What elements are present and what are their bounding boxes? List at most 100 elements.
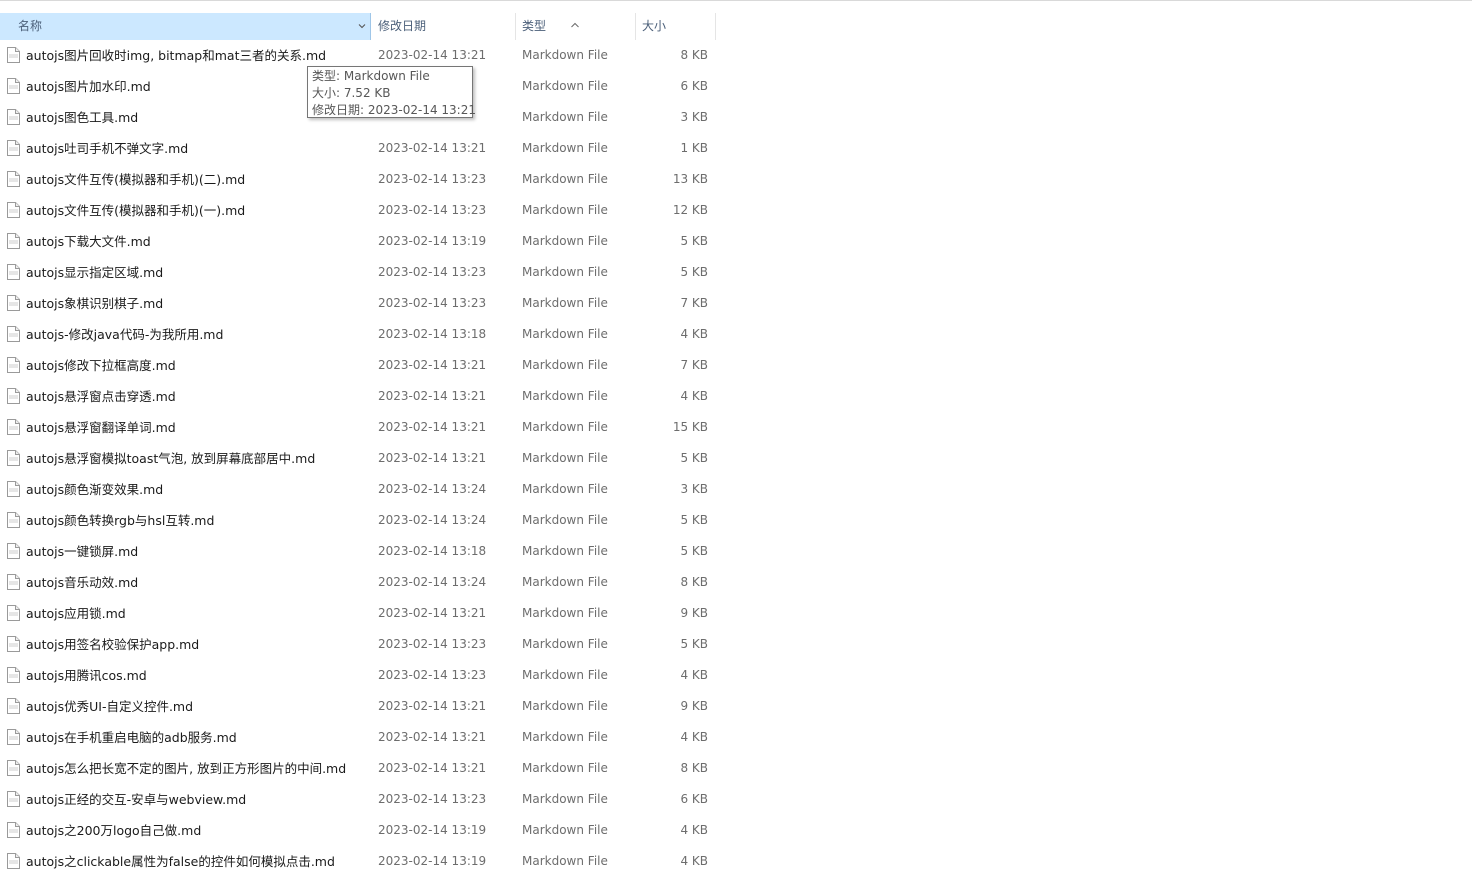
file-name: autojs悬浮窗翻译单词.md xyxy=(26,420,176,435)
file-size: 6 KB xyxy=(680,79,708,93)
file-row[interactable]: autojs显示指定区域.md 2023-02-14 13:23 Markdown … xyxy=(0,257,716,288)
file-name: autojs之200万logo自己做.md xyxy=(26,823,202,838)
file-type: Markdown File xyxy=(522,699,608,713)
file-row[interactable]: autojs文件互传(模拟器和手机)(二).md 2023-02-14 13:23… xyxy=(0,164,716,195)
file-row[interactable]: autojs之clickable属性为false的控件如何模拟点击.md 2023… xyxy=(0,846,716,877)
file-name: autojs音乐动效.md xyxy=(26,575,139,590)
file-row[interactable]: autojs用签名校验保护app.md 2023-02-14 13:23 Markd… xyxy=(0,629,716,660)
file-row[interactable]: autojs颜色渐变效果.md 2023-02-14 13:24 Markdown … xyxy=(0,474,716,505)
markdown-file-icon xyxy=(7,171,20,187)
file-name: autojs文件互传(模拟器和手机)(一).md xyxy=(26,203,246,218)
file-name: autojs图片回收时img, bitmap和mat三者的关系.md xyxy=(26,48,327,63)
markdown-file-icon xyxy=(7,357,20,373)
file-size: 4 KB xyxy=(680,389,708,403)
file-modified-date: 2023-02-14 13:18 xyxy=(378,544,487,558)
file-size: 6 KB xyxy=(680,792,708,806)
file-row[interactable]: autojs吐司手机不弹文字.md 2023-02-14 13:21 Markdow… xyxy=(0,133,716,164)
markdown-file-icon xyxy=(7,47,20,63)
file-row[interactable]: autojs修改下拉框高度.md 2023-02-14 13:21 Markdown… xyxy=(0,350,716,381)
file-size: 8 KB xyxy=(680,761,708,775)
file-size: 15 KB xyxy=(672,420,708,434)
file-modified-date: 2023-02-14 13:19 xyxy=(378,234,487,248)
file-row[interactable]: autojs怎么把长宽不定的图片, 放到正方形图片的中间.md 2023-02-1… xyxy=(0,753,716,784)
markdown-file-icon xyxy=(7,388,20,404)
file-type: Markdown File xyxy=(522,389,608,403)
column-header-size[interactable]: 大小 xyxy=(636,13,716,40)
file-size: 8 KB xyxy=(680,48,708,62)
markdown-file-icon xyxy=(7,698,20,714)
file-row[interactable]: autojs应用锁.md 2023-02-14 13:21 Markdown Fil… xyxy=(0,598,716,629)
file-name: autojs一键锁屏.md xyxy=(26,544,139,559)
file-type: Markdown File xyxy=(522,575,608,589)
file-type: Markdown File xyxy=(522,327,608,341)
column-header-size-label: 大小 xyxy=(642,19,667,33)
file-name: autojs颜色转换rgb与hsl互转.md xyxy=(26,513,215,528)
file-row[interactable]: autojs正经的交互-安卓与webview.md 2023-02-14 13:2… xyxy=(0,784,716,815)
file-type: Markdown File xyxy=(522,730,608,744)
file-row[interactable]: autojs-修改java代码-为我所用.md 2023-02-14 13:18 M… xyxy=(0,319,716,350)
tooltip-date: 修改日期: 2023-02-14 13:21 xyxy=(312,103,476,117)
file-modified-date: 2023-02-14 13:21 xyxy=(378,451,487,465)
column-header-name[interactable]: 名称 xyxy=(0,13,371,40)
column-header-date[interactable]: 修改日期 xyxy=(372,13,516,40)
file-type: Markdown File xyxy=(522,792,608,806)
file-modified-date: 2023-02-14 13:24 xyxy=(378,513,487,527)
column-header-name-label: 名称 xyxy=(18,19,43,33)
file-name: autojs吐司手机不弹文字.md xyxy=(26,141,189,156)
sort-ascending-icon xyxy=(571,22,579,28)
file-row[interactable]: autojs文件互传(模拟器和手机)(一).md 2023-02-14 13:23… xyxy=(0,195,716,226)
file-modified-date: 2023-02-14 13:21 xyxy=(378,420,487,434)
file-modified-date: 2023-02-14 13:19 xyxy=(378,854,487,868)
file-type: Markdown File xyxy=(522,637,608,651)
chevron-down-icon[interactable] xyxy=(357,21,367,31)
file-modified-date: 2023-02-14 13:23 xyxy=(378,668,487,682)
file-row[interactable]: autojs优秀UI-自定义控件.md 2023-02-14 13:21 Markd… xyxy=(0,691,716,722)
markdown-file-icon xyxy=(7,760,20,776)
file-size: 5 KB xyxy=(680,544,708,558)
file-name: autojs修改下拉框高度.md xyxy=(26,358,176,373)
markdown-file-icon xyxy=(7,295,20,311)
markdown-file-icon xyxy=(7,326,20,342)
file-modified-date: 2023-02-14 13:24 xyxy=(378,482,487,496)
file-info-tooltip: 类型: Markdown File 大小: 7.52 KB 修改日期: 2023… xyxy=(307,66,476,118)
file-name: autojs在手机重启电脑的adb服务.md xyxy=(26,730,237,745)
file-size: 12 KB xyxy=(672,203,708,217)
file-modified-date: 2023-02-14 13:24 xyxy=(378,575,487,589)
file-row[interactable]: autojs下载大文件.md 2023-02-14 13:19 Markdown F… xyxy=(0,226,716,257)
file-row[interactable]: autojs之200万logo自己做.md 2023-02-14 13:19 Mar… xyxy=(0,815,716,846)
file-type: Markdown File xyxy=(522,358,608,372)
file-modified-date: 2023-02-14 13:21 xyxy=(378,730,487,744)
file-type: Markdown File xyxy=(522,234,608,248)
file-row[interactable]: autojs一键锁屏.md 2023-02-14 13:18 Markdown Fi… xyxy=(0,536,716,567)
markdown-file-icon xyxy=(7,233,20,249)
file-modified-date: 2023-02-14 13:23 xyxy=(378,637,487,651)
file-size: 4 KB xyxy=(680,854,708,868)
file-row[interactable]: autojs颜色转换rgb与hsl互转.md 2023-02-14 13:24 Ma… xyxy=(0,505,716,536)
file-row[interactable]: autojs悬浮窗点击穿透.md 2023-02-14 13:21 Markdown… xyxy=(0,381,716,412)
column-header-type-label: 类型 xyxy=(522,19,547,33)
file-row[interactable]: autojs象棋识别棋子.md 2023-02-14 13:23 Markdown … xyxy=(0,288,716,319)
file-size: 1 KB xyxy=(680,141,708,155)
file-modified-date: 2023-02-14 13:21 xyxy=(378,358,487,372)
file-size: 3 KB xyxy=(680,482,708,496)
file-row[interactable]: autojs用腾讯cos.md 2023-02-14 13:23 Markdown … xyxy=(0,660,716,691)
file-name: autojs怎么把长宽不定的图片, 放到正方形图片的中间.md xyxy=(26,761,347,776)
file-type: Markdown File xyxy=(522,544,608,558)
file-name: autojs显示指定区域.md xyxy=(26,265,164,280)
file-type: Markdown File xyxy=(522,823,608,837)
markdown-file-icon xyxy=(7,78,20,94)
file-modified-date: 2023-02-14 13:23 xyxy=(378,792,487,806)
file-name: autojs用签名校验保护app.md xyxy=(26,637,200,652)
file-size: 13 KB xyxy=(672,172,708,186)
markdown-file-icon xyxy=(7,140,20,156)
file-row[interactable]: autojs悬浮窗模拟toast气泡, 放到屏幕底部居中.md 2023-02-1… xyxy=(0,443,716,474)
column-header-bar: 名称 修改日期 类型 大小 xyxy=(0,13,716,40)
file-row[interactable]: autojs在手机重启电脑的adb服务.md 2023-02-14 13:21 Ma… xyxy=(0,722,716,753)
file-size: 5 KB xyxy=(680,265,708,279)
markdown-file-icon xyxy=(7,822,20,838)
file-row[interactable]: autojs音乐动效.md 2023-02-14 13:24 Markdown Fi… xyxy=(0,567,716,598)
file-name: autojs图色工具.md xyxy=(26,110,139,125)
file-name: autojs应用锁.md xyxy=(26,606,126,621)
file-row[interactable]: autojs悬浮窗翻译单词.md 2023-02-14 13:21 Markdown… xyxy=(0,412,716,443)
file-size: 4 KB xyxy=(680,327,708,341)
